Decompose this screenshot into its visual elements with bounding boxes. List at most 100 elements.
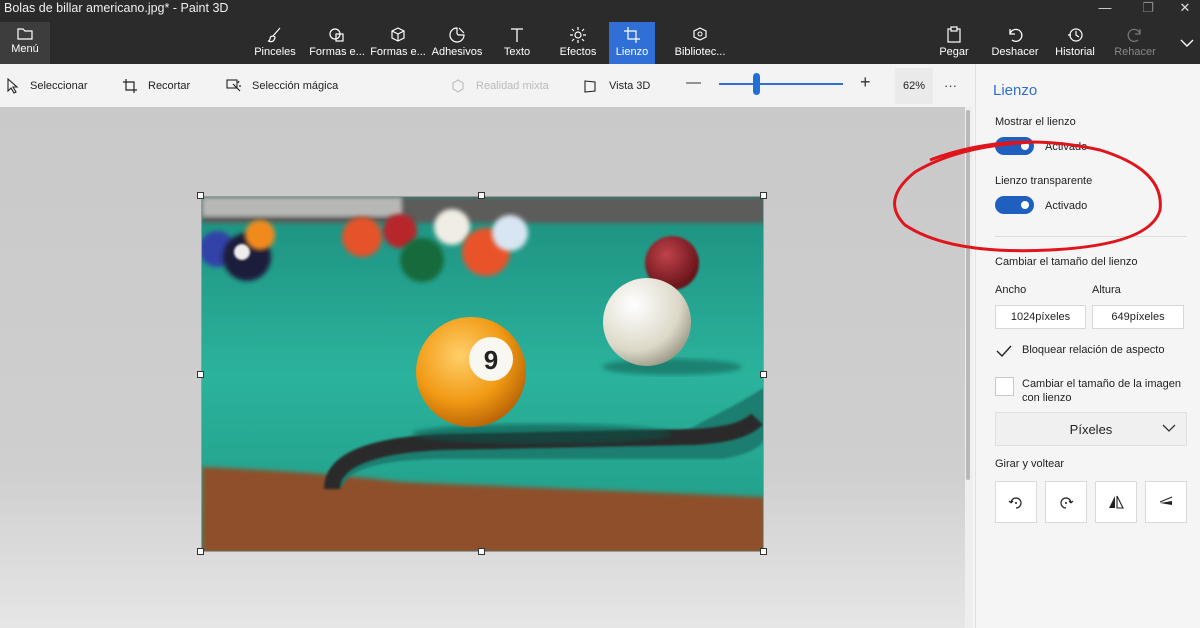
tool-brushes[interactable]: Pinceles (244, 22, 306, 64)
transparent-canvas-label: Lienzo transparente (995, 175, 1093, 187)
zoom-value[interactable]: 62% (895, 68, 933, 104)
resize-canvas-heading: Cambiar el tamaño del lienzo (995, 256, 1138, 268)
rotate-right-button[interactable] (1045, 481, 1087, 523)
tool-label: Efectos (559, 46, 597, 58)
crop-button[interactable]: Recortar (122, 64, 190, 107)
more-options-button[interactable]: ··· (944, 78, 957, 93)
close-button[interactable]: ✕ (1170, 0, 1200, 20)
text-icon (511, 28, 523, 42)
resize-handle[interactable] (197, 371, 204, 378)
flip-vertical-icon (1159, 496, 1173, 505)
zoom-in-button[interactable]: + (860, 72, 871, 93)
pointer-icon (7, 77, 19, 94)
shapes-2d-icon (329, 28, 344, 42)
units-dropdown[interactable]: Píxeles (995, 412, 1187, 446)
magic-select-button[interactable]: Selección mágica (226, 64, 338, 107)
undo-button[interactable]: Deshacer (986, 22, 1044, 64)
transparent-canvas-state: Activado (1045, 200, 1088, 212)
resize-image-label-1: Cambiar el tamaño de la imagen (1022, 378, 1181, 390)
select-label: Seleccionar (30, 79, 88, 92)
show-canvas-label: Mostrar el lienzo (995, 116, 1076, 128)
view-3d-icon (584, 79, 596, 93)
minimize-button[interactable]: — (1090, 0, 1120, 20)
crop-icon (123, 78, 137, 93)
scrollbar-thumb[interactable] (966, 110, 970, 480)
checkmark-icon (996, 345, 1012, 358)
zoom-slider-thumb[interactable] (753, 73, 760, 95)
title-bar: Bolas de billar americano.jpg* - Paint 3… (0, 0, 1200, 64)
paste-button[interactable]: Pegar (924, 22, 984, 64)
mixed-reality-button[interactable]: Realidad mixta (450, 64, 549, 107)
resize-handle[interactable] (760, 548, 767, 555)
magic-select-icon (226, 78, 241, 91)
width-input[interactable]: 1024píxeles (995, 305, 1086, 329)
tool-3d-shapes[interactable]: Formas e... (367, 22, 429, 64)
tool-label: Lienzo (615, 46, 649, 58)
rotate-left-button[interactable] (995, 481, 1037, 523)
billiard-photo: 9 (202, 197, 763, 551)
tool-label: Pinceles (254, 46, 296, 58)
units-value: Píxeles (1069, 421, 1113, 437)
canvas-image[interactable]: 9 (201, 196, 764, 552)
tool-effects[interactable]: Efectos (547, 22, 609, 64)
svg-text:9: 9 (484, 345, 498, 375)
lock-aspect-label: Bloquear relación de aspecto (1022, 344, 1165, 356)
sun-icon (570, 27, 586, 43)
sticker-icon (449, 27, 465, 43)
zoom-slider[interactable] (719, 83, 843, 85)
resize-image-label-2: con lienzo (1022, 392, 1072, 404)
tool-library[interactable]: Bibliotec... (669, 22, 731, 64)
undo-icon (1009, 28, 1023, 43)
panel-divider (995, 236, 1187, 237)
show-canvas-toggle[interactable] (995, 137, 1034, 155)
brush-icon (267, 27, 281, 43)
tool-label: Texto (503, 46, 531, 58)
crop-label: Recortar (148, 79, 191, 92)
zoom-out-button[interactable]: — (686, 74, 701, 91)
tool-canvas[interactable]: Lienzo (609, 22, 655, 64)
crop-canvas-icon (624, 27, 640, 43)
width-label: Ancho (995, 284, 1027, 296)
menu-label: Menú (11, 43, 39, 55)
tool-label: Historial (1055, 46, 1095, 58)
lock-aspect-checkbox[interactable] (995, 342, 1015, 362)
flip-horizontal-icon (1109, 495, 1124, 509)
tool-2d-shapes[interactable]: Formas e... (306, 22, 368, 64)
tool-label: Bibliotec... (674, 46, 726, 58)
cube-icon (391, 27, 405, 42)
maximize-button[interactable]: ❐ (1133, 0, 1163, 20)
flip-horizontal-button[interactable] (1095, 481, 1137, 523)
resize-image-checkbox[interactable] (995, 377, 1014, 396)
tool-label: Rehacer (1114, 46, 1156, 58)
tool-label: Formas e... (370, 46, 426, 58)
resize-handle[interactable] (478, 192, 485, 199)
menu-button[interactable]: Menú (0, 22, 50, 64)
tool-label: Formas e... (309, 46, 365, 58)
chevron-down-icon[interactable] (1180, 38, 1194, 48)
resize-handle[interactable] (760, 192, 767, 199)
tool-stickers[interactable]: Adhesivos (426, 22, 488, 64)
history-button[interactable]: Historial (1046, 22, 1104, 64)
resize-handle[interactable] (197, 548, 204, 555)
resize-handle[interactable] (760, 371, 767, 378)
resize-handle[interactable] (478, 548, 485, 555)
show-canvas-state: Activado (1045, 141, 1088, 153)
redo-button[interactable]: Rehacer (1106, 22, 1164, 64)
rotate-right-icon (1060, 497, 1074, 509)
canvas-toolbar: Seleccionar Recortar Selección mágica Re… (0, 64, 975, 107)
paste-icon (947, 26, 961, 43)
history-icon (1068, 28, 1083, 42)
folder-icon (17, 28, 33, 40)
tool-text[interactable]: Texto (486, 22, 548, 64)
tool-label: Adhesivos (431, 46, 483, 58)
mixed-reality-label: Realidad mixta (476, 79, 549, 92)
select-button[interactable]: Seleccionar (6, 64, 87, 107)
tool-label: Deshacer (991, 46, 1039, 58)
view-3d-button[interactable]: Vista 3D (583, 64, 650, 107)
resize-handle[interactable] (197, 192, 204, 199)
rotate-flip-heading: Girar y voltear (995, 458, 1065, 470)
flip-vertical-button[interactable] (1145, 481, 1187, 523)
transparent-canvas-toggle[interactable] (995, 196, 1034, 214)
height-input[interactable]: 649píxeles (1092, 305, 1184, 329)
library-icon (693, 27, 707, 41)
